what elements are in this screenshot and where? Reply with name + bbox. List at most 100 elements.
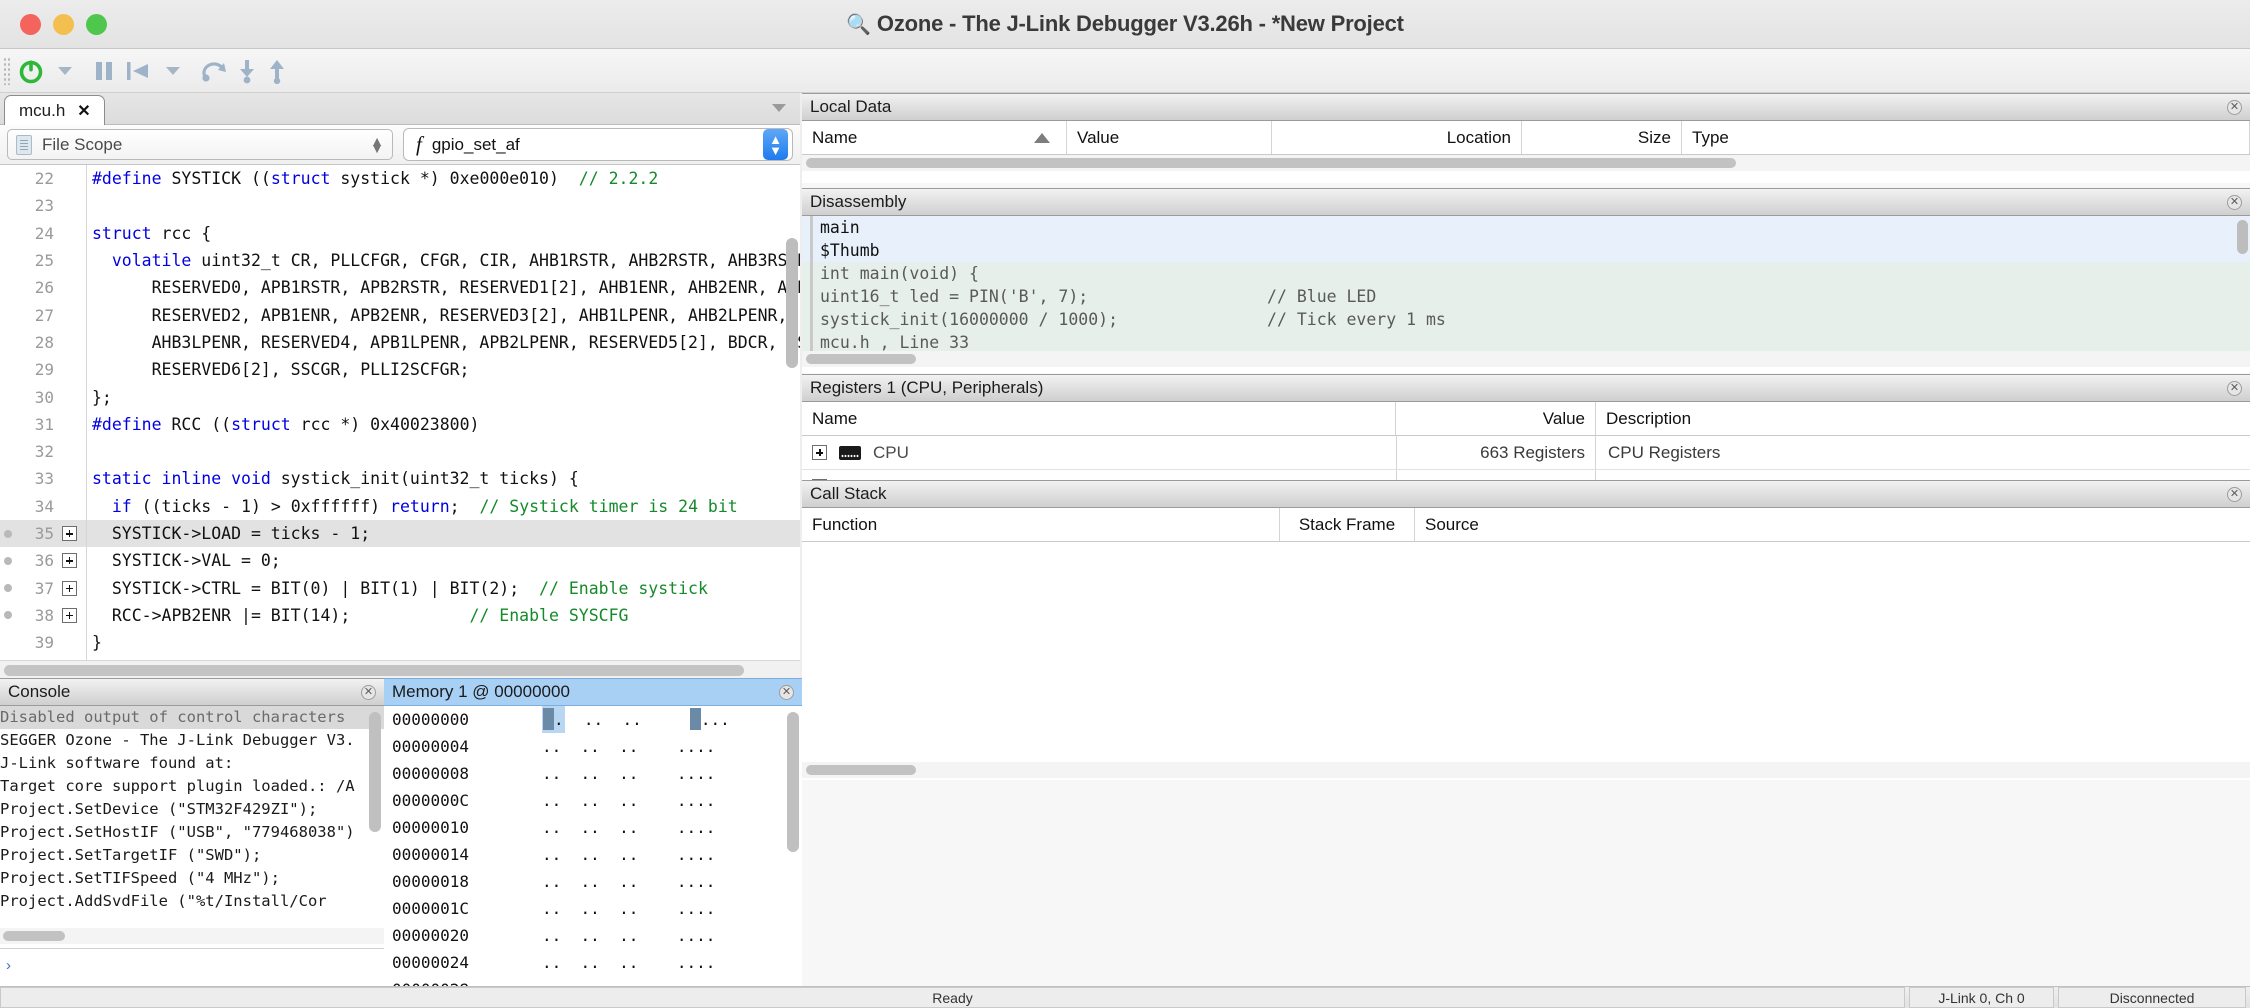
memory-row[interactable]: 00000000 . .. .. ... bbox=[384, 706, 802, 733]
code-line[interactable]: 33 static inline void systick_init(uint32… bbox=[0, 465, 800, 492]
column-header-function[interactable]: Function bbox=[802, 508, 1280, 541]
code-line[interactable]: 27 RESERVED2, APB1ENR, APB2ENR, RESERVED… bbox=[0, 301, 800, 328]
console-horizontal-scrollbar[interactable] bbox=[3, 931, 65, 941]
memory-dump[interactable]: 00000000 . .. .. ... 00000004 .. .. .. ....… bbox=[384, 706, 802, 1006]
step-into-icon[interactable] bbox=[232, 52, 262, 90]
code-line[interactable]: 32 bbox=[0, 438, 800, 465]
editor-tab-mcu-h[interactable]: mcu.h ✕ bbox=[4, 95, 105, 126]
console-horizontal-scrollbar-track[interactable] bbox=[0, 928, 384, 944]
close-icon[interactable]: ✕ bbox=[77, 101, 90, 121]
code-line[interactable]: 35 SYSTICK->LOAD = ticks - 1; bbox=[0, 519, 800, 548]
breakpoint-gutter[interactable] bbox=[0, 584, 16, 593]
memory-row[interactable]: 00000024 .. .. .. .... bbox=[384, 949, 802, 976]
memory-bytes[interactable]: .. .. .. .... bbox=[542, 787, 715, 814]
plus-icon[interactable] bbox=[61, 526, 77, 541]
memory-row[interactable]: 00000004 .. .. .. .... bbox=[384, 733, 802, 760]
close-icon[interactable]: ✕ bbox=[2227, 99, 2242, 115]
editor-horizontal-scrollbar[interactable] bbox=[4, 665, 744, 676]
close-icon[interactable]: ✕ bbox=[2227, 486, 2242, 502]
reset-dropdown-icon[interactable] bbox=[156, 52, 186, 90]
column-header-stack-frame[interactable]: Stack Frame bbox=[1280, 508, 1415, 541]
memory-row[interactable]: 00000018 .. .. .. .... bbox=[384, 868, 802, 895]
memory-bytes[interactable]: .. .. .. .... bbox=[542, 733, 715, 760]
memory-bytes[interactable]: .. .. .. .... bbox=[542, 868, 715, 895]
editor-vertical-scrollbar[interactable] bbox=[786, 238, 798, 368]
breakpoint-icon[interactable] bbox=[4, 529, 12, 538]
expand-gutter[interactable] bbox=[54, 526, 84, 541]
local-data-hscrollbar-track[interactable] bbox=[802, 155, 2250, 171]
console-output[interactable]: Disabled output of control characters SEG… bbox=[0, 706, 384, 921]
plus-icon[interactable] bbox=[61, 607, 77, 623]
code-line[interactable]: 26 RESERVED0, APB1RSTR, APB2RSTR, RESERV… bbox=[0, 274, 800, 301]
close-icon[interactable]: ✕ bbox=[779, 684, 794, 700]
code-line[interactable]: 31 #define RCC ((struct rcc *) 0x40023800… bbox=[0, 411, 800, 438]
code-line[interactable]: 23 bbox=[0, 192, 800, 219]
code-line[interactable]: 22 #define SYSTICK ((struct systick *) 0x… bbox=[0, 165, 800, 192]
column-header-type[interactable]: Type bbox=[1682, 121, 2250, 154]
disassembly-line[interactable]: int main(void) { bbox=[802, 262, 2250, 285]
plus-icon[interactable] bbox=[61, 553, 77, 569]
call-stack-hscrollbar[interactable] bbox=[806, 765, 916, 775]
code-line[interactable]: 28 AHB3LPENR, RESERVED4, APB1LPENR, APB2… bbox=[0, 329, 800, 356]
memory-row[interactable]: 00000008 .. .. .. .... bbox=[384, 760, 802, 787]
code-line[interactable]: 36 SYSTICK->VAL = 0; bbox=[0, 547, 800, 574]
step-out-icon[interactable] bbox=[262, 52, 292, 90]
column-header-source[interactable]: Source bbox=[1415, 508, 2250, 541]
column-header-description[interactable]: Description bbox=[1596, 402, 2250, 435]
code-line[interactable]: 37 SYSTICK->CTRL = BIT(0) | BIT(1) | BIT… bbox=[0, 574, 800, 601]
plus-icon[interactable] bbox=[812, 445, 827, 460]
code-line[interactable]: 34 if ((ticks - 1) > 0xffffff) return; /… bbox=[0, 493, 800, 520]
close-icon[interactable]: ✕ bbox=[2227, 380, 2242, 396]
disassembly-vertical-scrollbar[interactable] bbox=[2237, 220, 2248, 254]
disassembly-line[interactable]: main bbox=[802, 216, 2250, 239]
step-over-icon[interactable] bbox=[196, 52, 232, 90]
column-header-value[interactable]: Value bbox=[1396, 402, 1596, 435]
code-line[interactable]: 24 struct rcc { bbox=[0, 220, 800, 247]
breakpoint-gutter[interactable] bbox=[0, 556, 16, 565]
memory-bytes[interactable]: .. .. .. .... bbox=[542, 922, 715, 949]
breakpoint-icon[interactable] bbox=[4, 556, 12, 565]
code-line[interactable]: 38 RCC->APB2ENR |= BIT(14); // Enable SY… bbox=[0, 602, 800, 629]
reset-icon[interactable] bbox=[120, 52, 156, 90]
column-header-name[interactable]: Name bbox=[802, 121, 1067, 154]
code-line[interactable]: 29 RESERVED6[2], SSCGR, PLLI2SCFGR; bbox=[0, 356, 800, 383]
memory-vertical-scrollbar[interactable] bbox=[787, 712, 799, 852]
close-icon[interactable]: ✕ bbox=[361, 684, 376, 700]
memory-byte-cursor[interactable] bbox=[543, 708, 554, 730]
call-stack-rows[interactable] bbox=[802, 542, 2250, 762]
editor-horizontal-scrollbar-track[interactable] bbox=[0, 660, 800, 678]
chevron-down-icon[interactable] bbox=[772, 104, 786, 112]
disassembly-listing[interactable]: main $Thumb int main(void) {uint16_t led =… bbox=[802, 216, 2250, 351]
memory-row[interactable]: 00000020 .. .. .. .... bbox=[384, 922, 802, 949]
breakpoint-icon[interactable] bbox=[4, 611, 12, 620]
table-row[interactable]: CPU 663 Registers CPU Registers bbox=[802, 436, 2250, 470]
console-vertical-scrollbar[interactable] bbox=[369, 712, 381, 832]
code-line[interactable]: 39} bbox=[0, 629, 800, 656]
call-stack-hscrollbar-track[interactable] bbox=[802, 762, 2250, 778]
code-editor[interactable]: 22 #define SYSTICK ((struct systick *) 0x… bbox=[0, 165, 800, 660]
chevron-updown-icon[interactable]: ▲ ▼ bbox=[370, 134, 384, 155]
memory-row[interactable]: 0000001C .. .. .. .... bbox=[384, 895, 802, 922]
memory-bytes[interactable]: .. .. .. .... bbox=[542, 841, 715, 868]
pause-icon[interactable] bbox=[88, 52, 120, 90]
close-icon[interactable]: ✕ bbox=[2227, 194, 2242, 210]
power-start-icon[interactable] bbox=[14, 52, 48, 90]
disassembly-line[interactable]: systick_init(16000000 / 1000); // Tick e… bbox=[802, 308, 2250, 331]
expand-gutter[interactable] bbox=[54, 580, 84, 596]
chevron-updown-icon-blue[interactable]: ▲ ▼ bbox=[763, 129, 788, 160]
memory-bytes[interactable]: . .. .. ... bbox=[542, 706, 730, 733]
disassembly-hscrollbar-track[interactable] bbox=[802, 351, 2250, 367]
memory-byte-selected[interactable]: . bbox=[542, 706, 565, 733]
scope-selector[interactable]: File Scope ▲ ▼ bbox=[7, 129, 393, 160]
disassembly-line[interactable]: mcu.h , Line 33 bbox=[802, 331, 2250, 351]
local-data-hscrollbar[interactable] bbox=[806, 158, 1736, 168]
disassembly-line[interactable]: uint16_t led = PIN('B', 7); // Blue LED bbox=[802, 285, 2250, 308]
breakpoint-gutter[interactable] bbox=[0, 529, 16, 538]
column-header-location[interactable]: Location bbox=[1272, 121, 1522, 154]
disassembly-line[interactable]: $Thumb bbox=[802, 239, 2250, 262]
memory-bytes[interactable]: .. .. .. .... bbox=[542, 949, 715, 976]
memory-bytes[interactable]: .. .. .. .... bbox=[542, 760, 715, 787]
column-header-value[interactable]: Value bbox=[1067, 121, 1272, 154]
code-line[interactable]: 25 volatile uint32_t CR, PLLCFGR, CFGR, … bbox=[0, 247, 800, 274]
toolbar-grip[interactable] bbox=[3, 56, 10, 85]
